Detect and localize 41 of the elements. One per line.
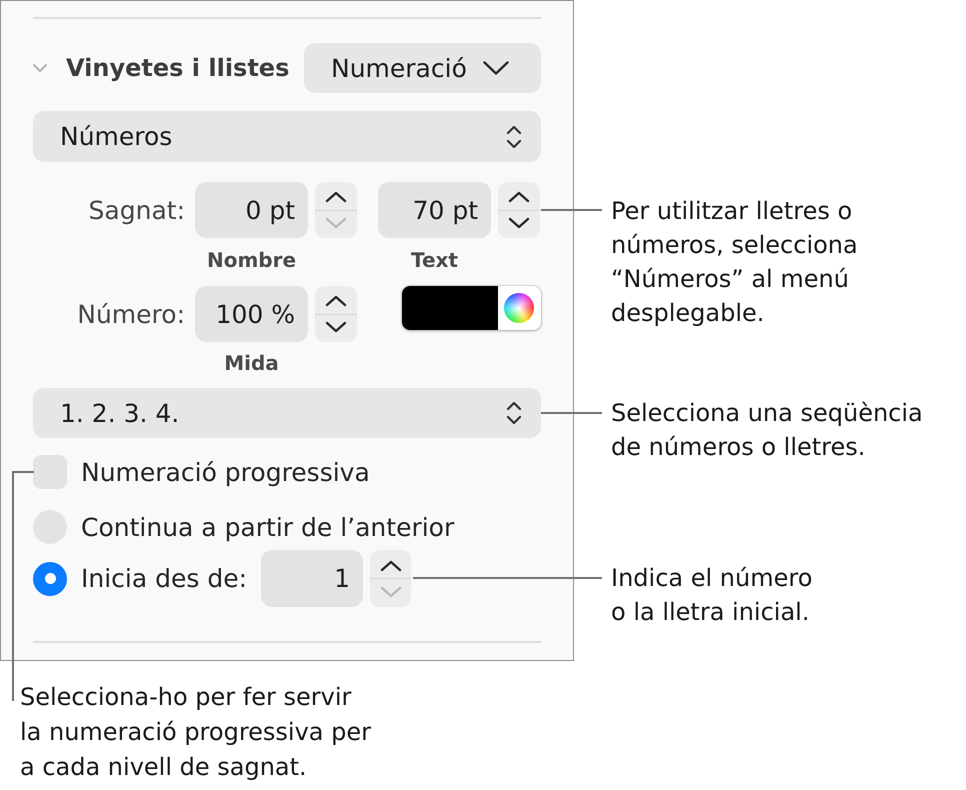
chevron-down-icon: [508, 216, 530, 229]
section-title: Vinyetes i llistes: [66, 54, 290, 82]
stepper-control[interactable]: [315, 286, 357, 342]
up-down-chevron-icon: [506, 400, 522, 426]
leader-line: [541, 209, 602, 211]
radio-label: Inicia des de:: [81, 564, 248, 593]
callout-text: Selecciona-ho per fer servir la numeració progressiva per a cada nivell de sagnat.: [20, 682, 371, 783]
field-caption: Nombre: [206, 248, 298, 272]
color-well[interactable]: [402, 286, 541, 330]
up-down-chevron-icon: [506, 124, 522, 150]
style-menu-button[interactable]: Numeració: [304, 43, 541, 93]
checkbox[interactable]: [33, 455, 67, 489]
stepper-control[interactable]: [498, 182, 540, 238]
chevron-up-icon: [325, 191, 347, 204]
chevron-up-icon: [325, 295, 347, 308]
color-wheel-icon: [504, 293, 534, 323]
field-label: Sagnat:: [88, 196, 185, 224]
chevron-down-icon: [483, 61, 509, 75]
field-caption: Text: [410, 248, 459, 272]
field-caption: Mida: [223, 351, 280, 375]
chevron-down-icon: [380, 586, 402, 598]
chevron-down-icon: [325, 216, 347, 229]
checkbox-label: Numeració progressiva: [81, 458, 370, 486]
stepper-control[interactable]: [370, 550, 412, 607]
leader-line: [541, 412, 602, 414]
callout-text: Selecciona una seqüència de números o lletres.: [611, 398, 923, 463]
stepper-control[interactable]: [315, 182, 357, 238]
callout-text: Indica el número o la lletra inicial.: [611, 563, 812, 628]
chevron-down-icon: [325, 320, 347, 333]
number-field[interactable]: 70 pt: [378, 182, 491, 238]
field-label: Número:: [76, 300, 185, 328]
number-field[interactable]: 1: [261, 550, 364, 607]
popup-menu[interactable]: Números: [33, 111, 541, 162]
chevron-up-icon: [380, 560, 402, 572]
chevron-up-icon: [508, 191, 530, 204]
radio-label: Continua a partir de l’anterior: [81, 512, 454, 542]
radio-button[interactable]: [33, 562, 67, 596]
number-field[interactable]: 100 %: [195, 286, 308, 342]
popup-menu[interactable]: 1. 2. 3. 4.: [33, 388, 541, 438]
number-field[interactable]: 0 pt: [195, 182, 308, 238]
callout-text: Per utilitzar lletres o números, selecciona “Números” al menú desplegable.: [611, 196, 858, 329]
